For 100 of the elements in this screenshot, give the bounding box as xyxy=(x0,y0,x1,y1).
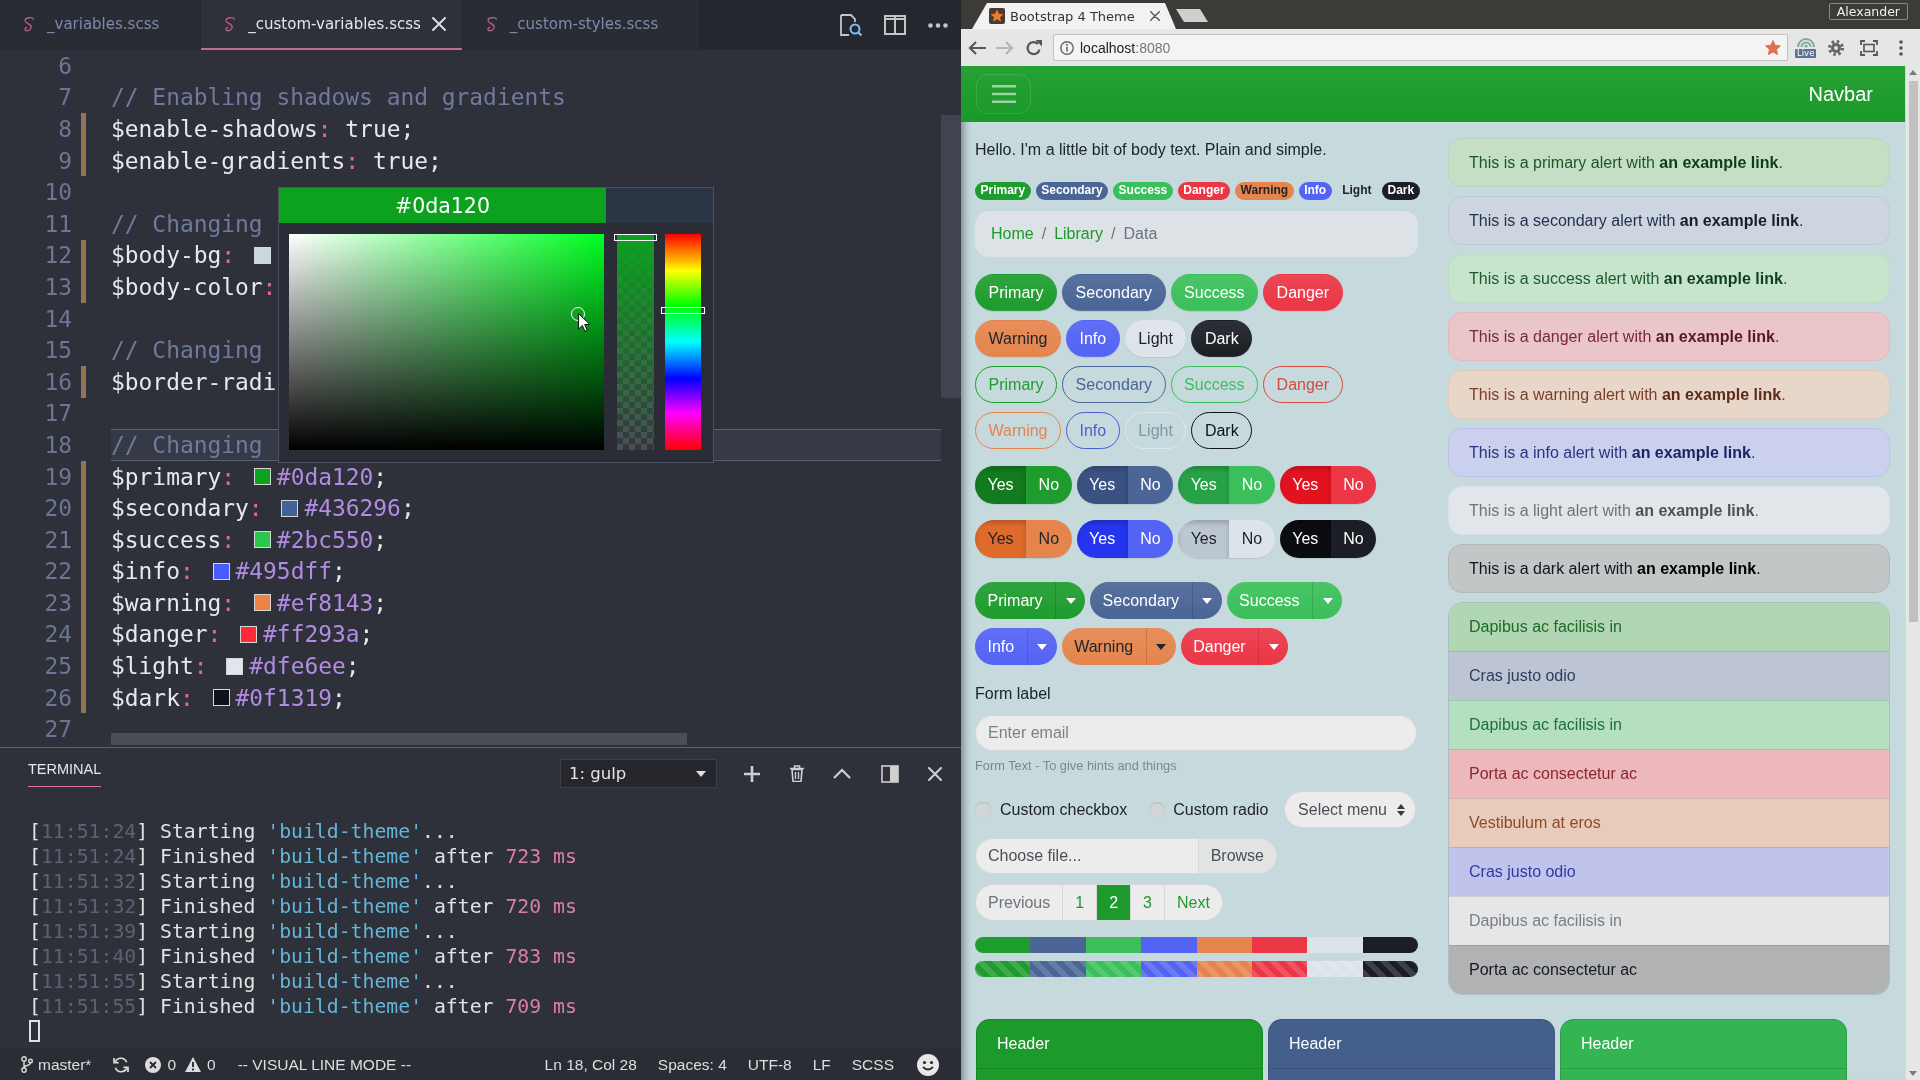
button[interactable]: Secondary xyxy=(1062,274,1166,311)
color-swatch-icon[interactable] xyxy=(212,689,230,707)
toggle-option[interactable]: Yes xyxy=(1279,520,1331,558)
alert-link[interactable]: an example link xyxy=(1655,327,1775,345)
alert-link[interactable]: an example link xyxy=(1631,443,1751,461)
editor-tab[interactable]: _custom-variables.scss xyxy=(201,0,462,50)
alert-link[interactable]: an example link xyxy=(1635,501,1755,519)
alert-link[interactable]: an example link xyxy=(1679,211,1799,229)
split-editor-icon[interactable] xyxy=(884,15,906,35)
color-swatch-icon[interactable] xyxy=(253,468,271,485)
info-icon[interactable] xyxy=(1060,40,1074,55)
dropdown-toggle[interactable] xyxy=(1055,582,1086,619)
toggle-option[interactable]: No xyxy=(1127,466,1174,504)
editor-tab[interactable]: _variables.scss xyxy=(0,0,201,50)
screen-frame-icon[interactable] xyxy=(1860,39,1879,56)
browser-tab[interactable]: Bootstrap 4 Theme xyxy=(972,3,1176,29)
gear-icon[interactable] xyxy=(1828,39,1845,56)
navbar-brand[interactable]: Navbar xyxy=(1808,82,1873,106)
terminal-select[interactable]: 1: gulp xyxy=(560,759,717,788)
toggle-option[interactable]: No xyxy=(1026,466,1072,504)
close-icon[interactable] xyxy=(1150,11,1160,21)
button[interactable]: Light xyxy=(1124,320,1187,357)
file-input[interactable]: Choose file... Browse xyxy=(975,838,1277,874)
toggle-option[interactable]: Yes xyxy=(975,466,1027,504)
branch-status[interactable]: master* xyxy=(21,1055,92,1074)
email-field[interactable]: Enter email xyxy=(975,715,1417,751)
page-scrollbar[interactable] xyxy=(1905,66,1920,1080)
toggle-option[interactable]: Yes xyxy=(1178,466,1230,504)
button[interactable]: Danger xyxy=(1263,274,1343,311)
original-color-swatch-icon[interactable] xyxy=(606,188,713,223)
reload-icon[interactable] xyxy=(1026,39,1042,56)
color-swatch-icon[interactable] xyxy=(281,499,299,517)
trash-icon[interactable] xyxy=(789,765,804,782)
horizontal-scrollbar-thumb[interactable] xyxy=(111,733,687,745)
toggle-option[interactable]: Yes xyxy=(1279,466,1331,504)
page-link[interactable]: 2 xyxy=(1096,885,1131,920)
opacity-handle[interactable] xyxy=(614,234,657,241)
sync-icon[interactable] xyxy=(113,1056,130,1073)
page-link[interactable]: Next xyxy=(1163,885,1222,920)
line-ending-status[interactable]: LF xyxy=(812,1055,831,1074)
dropdown-toggle[interactable] xyxy=(1258,628,1289,665)
profile-button[interactable]: Alexander xyxy=(1828,3,1908,20)
color-swatch-icon[interactable] xyxy=(253,531,271,549)
back-arrow-icon[interactable] xyxy=(968,40,986,55)
indentation-status[interactable]: Spaces: 4 xyxy=(657,1055,727,1074)
toggle-option[interactable]: No xyxy=(1026,520,1072,558)
toggle-option[interactable]: Yes xyxy=(1076,520,1128,558)
checkbox-label[interactable]: Custom checkbox xyxy=(1000,800,1128,819)
color-swatch-icon[interactable] xyxy=(253,246,271,264)
language-status[interactable]: SCSS xyxy=(851,1055,894,1074)
alert-link[interactable]: an example link xyxy=(1637,559,1757,577)
panel-tab[interactable]: TERMINAL xyxy=(28,759,102,787)
search-file-icon[interactable] xyxy=(840,14,862,36)
color-swatch-icon[interactable] xyxy=(212,562,230,580)
address-field[interactable]: localhost:8080 xyxy=(1053,34,1788,61)
button[interactable]: Info xyxy=(1066,320,1120,357)
dropdown-toggle[interactable] xyxy=(1145,628,1176,665)
split-button[interactable]: Info xyxy=(975,628,1027,665)
toggle-option[interactable]: Yes xyxy=(975,520,1027,558)
problems-status[interactable]: 0 0 xyxy=(145,1055,216,1074)
dropdown-toggle[interactable] xyxy=(1191,582,1222,619)
toggle-option[interactable]: No xyxy=(1330,520,1377,558)
encoding-status[interactable]: UTF-8 xyxy=(747,1055,792,1074)
opacity-slider[interactable] xyxy=(617,234,654,450)
toggle-option[interactable]: No xyxy=(1229,520,1275,558)
scroll-down-icon[interactable] xyxy=(1909,1071,1917,1076)
toggle-option[interactable]: No xyxy=(1330,466,1377,504)
alert-link[interactable]: an example link xyxy=(1663,269,1783,287)
page-link[interactable]: 3 xyxy=(1130,885,1164,920)
button[interactable]: Primary xyxy=(975,274,1058,311)
chevron-up-icon[interactable] xyxy=(833,768,851,779)
dropdown-toggle[interactable] xyxy=(1312,582,1343,619)
more-icon[interactable] xyxy=(1899,39,1904,56)
color-swatch-icon[interactable] xyxy=(226,657,244,675)
alert-link[interactable]: an example link xyxy=(1661,385,1782,403)
saturation-field[interactable] xyxy=(289,234,604,450)
split-button[interactable]: Warning xyxy=(1061,628,1146,665)
split-button[interactable]: Danger xyxy=(1180,628,1259,665)
split-button[interactable]: Primary xyxy=(975,582,1056,619)
hue-handle[interactable] xyxy=(661,307,705,315)
scroll-up-icon[interactable] xyxy=(1909,70,1917,75)
new-tab-button[interactable] xyxy=(1176,9,1208,22)
color-swatch-icon[interactable] xyxy=(240,626,258,643)
bookmark-star-icon[interactable] xyxy=(1765,39,1781,56)
toggle-option[interactable]: No xyxy=(1127,520,1174,558)
button[interactable]: Warning xyxy=(975,320,1061,357)
select-menu[interactable]: Select menu xyxy=(1284,791,1416,828)
scrollbar-thumb[interactable] xyxy=(1908,81,1918,622)
vertical-scrollbar-thumb[interactable] xyxy=(941,115,961,398)
split-button[interactable]: Secondary xyxy=(1090,582,1192,619)
radio-button[interactable] xyxy=(1149,801,1166,818)
radio-label[interactable]: Custom radio xyxy=(1173,800,1269,819)
dropdown-toggle[interactable] xyxy=(1026,628,1057,665)
plus-icon[interactable] xyxy=(744,765,760,782)
more-icon[interactable] xyxy=(928,22,948,28)
menu-toggle-button[interactable] xyxy=(976,74,1031,114)
button[interactable]: Dark xyxy=(1191,320,1253,357)
color-swatch-icon[interactable] xyxy=(253,594,271,612)
smiley-icon[interactable] xyxy=(917,1053,939,1076)
live-server-button[interactable]: Live xyxy=(1795,37,1817,58)
